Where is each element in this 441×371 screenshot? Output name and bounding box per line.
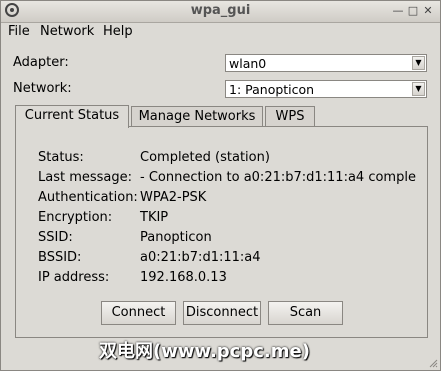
window-title: wpa_gui xyxy=(190,3,251,18)
ssid-label: SSID: xyxy=(38,230,73,245)
chevron-down-icon[interactable]: ▼ xyxy=(412,56,425,70)
network-select[interactable]: 1: Panopticon ▼ xyxy=(225,80,427,98)
main-window: wpa_gui — □ ✕ File Network Help Adapter:… xyxy=(0,0,441,371)
ip-address-value: 192.168.0.13 xyxy=(140,270,227,285)
bssid-value: a0:21:b7:d1:11:a4 xyxy=(140,250,261,265)
tab-wps[interactable]: WPS xyxy=(265,106,315,127)
disconnect-button[interactable]: Disconnect xyxy=(183,301,261,325)
chevron-down-icon[interactable]: ▼ xyxy=(412,82,425,96)
close-icon[interactable]: ✕ xyxy=(421,4,435,18)
network-label: Network: xyxy=(13,81,72,96)
tab-manage-networks[interactable]: Manage Networks xyxy=(131,106,263,127)
authentication-value: WPA2-PSK xyxy=(140,190,207,205)
status-label: Status: xyxy=(38,150,84,165)
ssid-value: Panopticon xyxy=(140,230,212,245)
menu-help[interactable]: Help xyxy=(103,24,133,39)
title-bar[interactable]: wpa_gui — □ ✕ xyxy=(1,1,440,23)
menu-bar: File Network Help xyxy=(1,23,440,42)
adapter-select[interactable]: wlan0 ▼ xyxy=(225,54,427,72)
resize-grip-icon[interactable] xyxy=(428,358,438,368)
status-value: Completed (station) xyxy=(140,150,270,165)
menu-network[interactable]: Network xyxy=(40,24,94,39)
scan-button[interactable]: Scan xyxy=(268,301,343,325)
adapter-label: Adapter: xyxy=(13,55,69,70)
tab-current-status[interactable]: Current Status xyxy=(15,105,129,128)
last-message-value: - Connection to a0:21:b7:d1:11:a4 comple xyxy=(140,170,416,185)
menu-file[interactable]: File xyxy=(8,24,30,39)
watermark-text: 双电网(www.pcpc.me) xyxy=(99,341,310,362)
authentication-label: Authentication: xyxy=(38,190,138,205)
network-value: 1: Panopticon xyxy=(229,82,315,97)
bssid-label: BSSID: xyxy=(38,250,82,265)
adapter-value: wlan0 xyxy=(229,56,267,71)
encryption-label: Encryption: xyxy=(38,210,113,225)
last-message-label: Last message: xyxy=(38,170,133,185)
minimize-icon[interactable]: — xyxy=(391,4,405,18)
ip-address-label: IP address: xyxy=(38,270,110,285)
connect-button[interactable]: Connect xyxy=(101,301,176,325)
maximize-icon[interactable]: □ xyxy=(406,4,420,18)
encryption-value: TKIP xyxy=(140,210,169,225)
